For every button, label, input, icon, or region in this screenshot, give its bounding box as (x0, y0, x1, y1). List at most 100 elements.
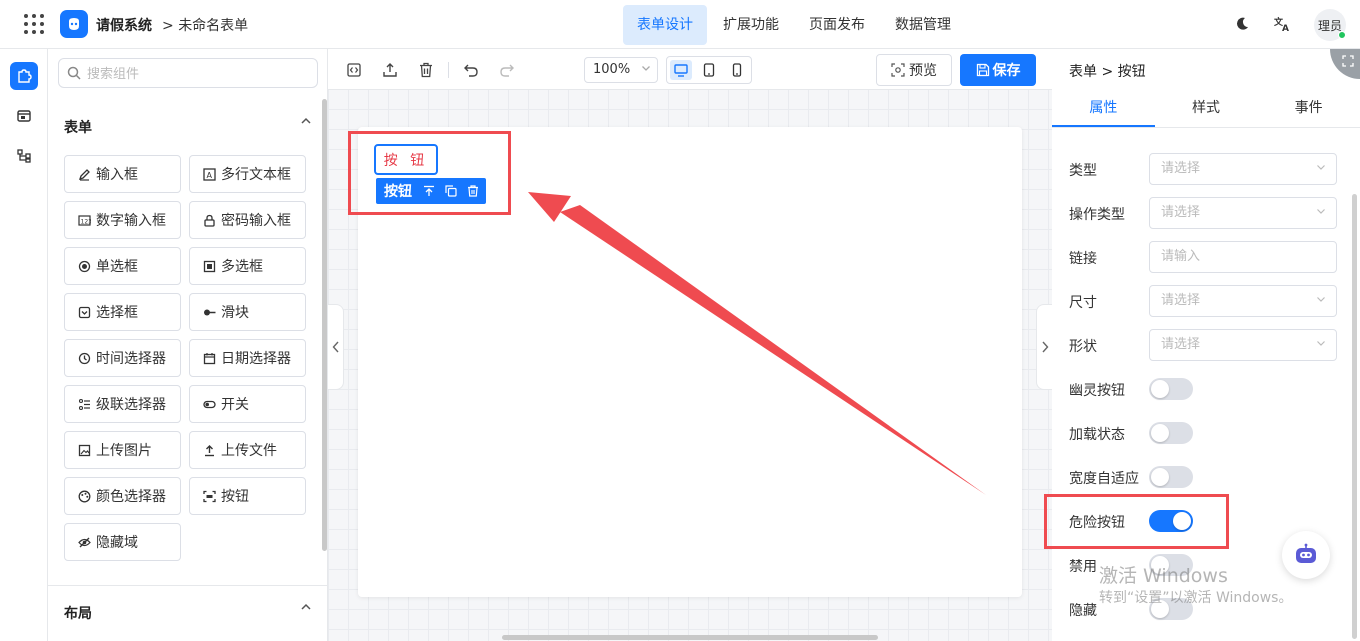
tab-styles[interactable]: 样式 (1155, 90, 1258, 127)
tablet-icon[interactable] (698, 60, 720, 80)
tab-form-design[interactable]: 表单设计 (623, 5, 707, 45)
calendar-icon (202, 351, 216, 365)
apps-grid-icon[interactable] (24, 14, 44, 34)
tab-extensions[interactable]: 扩展功能 (709, 5, 793, 45)
component-upload-image[interactable]: 上传图片 (64, 431, 181, 469)
component-label: 隐藏域 (96, 535, 138, 551)
component-label: 颜色选择器 (96, 489, 166, 505)
collapse-right-handle[interactable] (1036, 304, 1052, 390)
canvas-scrollbar[interactable] (502, 635, 878, 640)
chevron-down-icon (1316, 330, 1326, 360)
component-label: 多选框 (221, 259, 263, 275)
zoom-select[interactable]: 100% (584, 57, 658, 83)
mobile-icon[interactable] (726, 60, 748, 80)
prop-label-disabled: 禁用 (1069, 559, 1097, 575)
desktop-icon[interactable] (670, 60, 692, 80)
lock-icon (202, 213, 216, 227)
type-select[interactable]: 请选择 (1149, 153, 1337, 185)
block-width-switch[interactable] (1149, 466, 1193, 488)
form-breadcrumb[interactable]: > 未命名表单 (162, 15, 248, 35)
chevron-down-icon (641, 58, 651, 82)
prop-label-link: 链接 (1069, 251, 1097, 267)
component-hidden-field[interactable]: 隐藏域 (64, 523, 181, 561)
search-icon (67, 66, 81, 80)
switch-knob (1151, 380, 1169, 398)
textarea-icon: A (202, 167, 216, 181)
loading-switch[interactable] (1149, 422, 1193, 444)
tab-properties[interactable]: 属性 (1052, 90, 1155, 127)
ghost-button-switch[interactable] (1149, 378, 1193, 400)
component-switch[interactable]: 开关 (189, 385, 306, 423)
redo-icon[interactable] (497, 60, 517, 80)
action-type-select[interactable]: 请选择 (1149, 197, 1337, 229)
canvas-toolbar: 100% 预览 保存 (328, 49, 1052, 90)
device-switcher (666, 56, 752, 84)
avatar[interactable]: 理员 (1314, 9, 1346, 41)
component-checkbox[interactable]: 多选框 (189, 247, 306, 285)
component-button[interactable]: 按钮 (189, 477, 306, 515)
select-placeholder: 请选择 (1161, 293, 1201, 308)
component-radio[interactable]: 单选框 (64, 247, 181, 285)
component-select[interactable]: 选择框 (64, 293, 181, 331)
save-label: 保存 (992, 63, 1021, 79)
input-placeholder: 请输入 (1161, 249, 1201, 264)
component-color-picker[interactable]: 颜色选择器 (64, 477, 181, 515)
robot-icon (1296, 543, 1316, 563)
export-icon[interactable] (380, 60, 400, 80)
preview-button[interactable]: 预览 (876, 54, 952, 86)
collapse-left-handle[interactable] (328, 304, 344, 390)
undo-icon[interactable] (461, 60, 481, 80)
chatbot-button[interactable] (1282, 531, 1330, 579)
component-cascader[interactable]: 级联选择器 (64, 385, 181, 423)
component-number-input[interactable]: 123 数字输入框 (64, 201, 181, 239)
annotation-box-button (348, 131, 511, 215)
cascader-icon (77, 397, 91, 411)
save-button[interactable]: 保存 (960, 54, 1036, 86)
preview-icon (891, 63, 905, 77)
edit-icon (77, 167, 91, 181)
translate-icon[interactable]: 文A (1272, 14, 1292, 34)
form-section-title: 表单 (64, 120, 92, 136)
shape-select[interactable]: 请选择 (1149, 329, 1337, 361)
tree-icon[interactable] (10, 142, 38, 170)
code-icon[interactable] (344, 60, 364, 80)
trash-icon[interactable] (416, 60, 436, 80)
tab-publish[interactable]: 页面发布 (795, 5, 879, 45)
fullscreen-icon[interactable] (1330, 49, 1360, 79)
prop-label-loading: 加载状态 (1069, 427, 1125, 443)
component-label: 单选框 (96, 259, 138, 275)
layout-section-title: 布局 (64, 606, 92, 622)
select-placeholder: 请选择 (1161, 161, 1201, 176)
search-input[interactable] (87, 65, 307, 81)
app-logo-icon (60, 10, 88, 38)
top-bar: 请假系统 > 未命名表单 表单设计 扩展功能 页面发布 数据管理 文A 理员 (0, 0, 1360, 49)
component-time-picker[interactable]: 时间选择器 (64, 339, 181, 377)
chevron-up-icon[interactable] (300, 115, 312, 131)
component-date-picker[interactable]: 日期选择器 (189, 339, 306, 377)
component-label: 选择框 (96, 305, 138, 321)
chevron-down-icon (1316, 286, 1326, 316)
eye-off-icon (77, 535, 91, 549)
panel-scrollbar[interactable] (322, 99, 327, 551)
properties-scrollbar[interactable] (1352, 194, 1357, 639)
link-input[interactable]: 请输入 (1149, 241, 1337, 273)
component-input[interactable]: 输入框 (64, 155, 181, 193)
select-placeholder: 请选择 (1161, 337, 1201, 352)
component-upload-file[interactable]: 上传文件 (189, 431, 306, 469)
component-password-input[interactable]: 密码输入框 (189, 201, 306, 239)
size-select[interactable]: 请选择 (1149, 285, 1337, 317)
tab-data-management[interactable]: 数据管理 (881, 5, 965, 45)
moon-icon[interactable] (1232, 14, 1252, 34)
palette-icon (77, 489, 91, 503)
component-label: 上传图片 (96, 443, 152, 459)
prop-label-size: 尺寸 (1069, 295, 1097, 311)
prop-label-action-type: 操作类型 (1069, 207, 1125, 223)
template-icon[interactable] (10, 102, 38, 130)
chevron-up-icon[interactable] (300, 601, 312, 617)
component-slider[interactable]: 滑块 (189, 293, 306, 331)
component-icon[interactable] (10, 62, 38, 90)
tab-events[interactable]: 事件 (1257, 90, 1360, 127)
component-textarea[interactable]: A 多行文本框 (189, 155, 306, 193)
component-label: 数字输入框 (96, 213, 166, 229)
form-name: 未命名表单 (178, 18, 249, 34)
